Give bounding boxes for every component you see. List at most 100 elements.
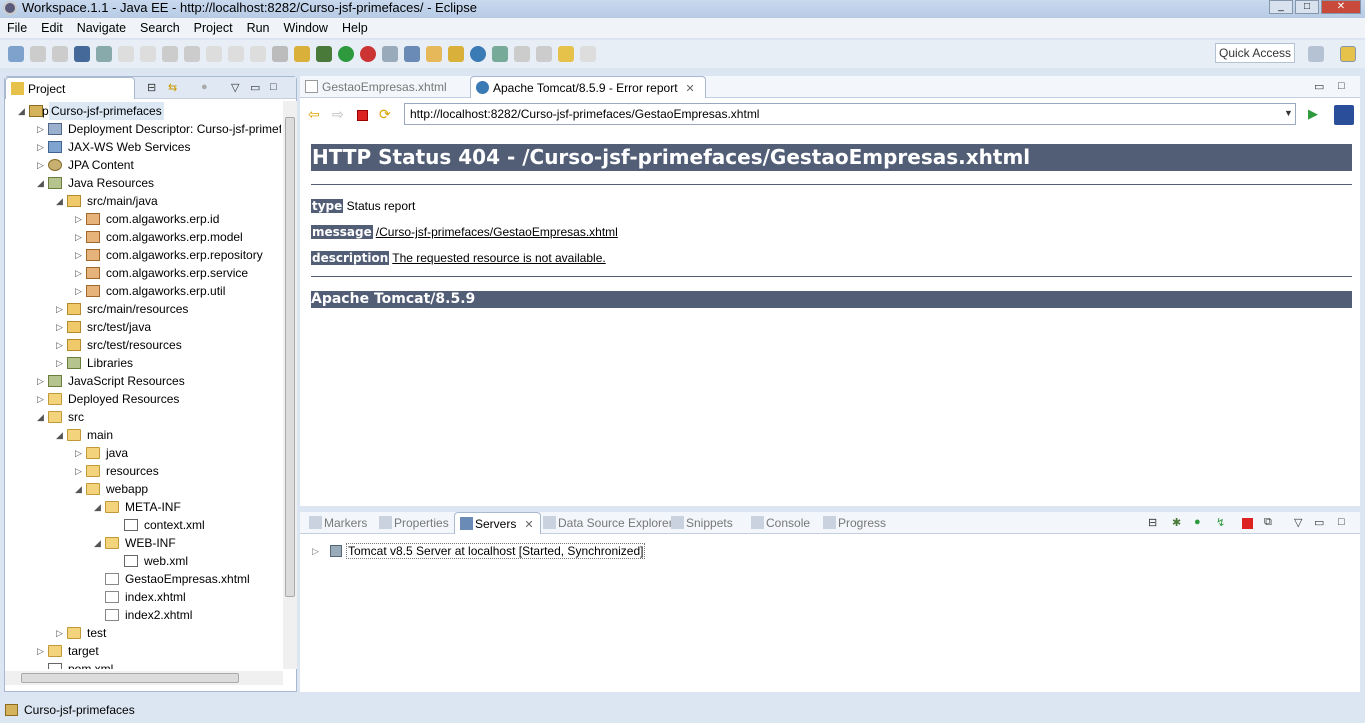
previous-annotation-icon[interactable] xyxy=(536,46,552,62)
tab-data-source-explorer[interactable]: Data Source Explorer xyxy=(538,512,679,534)
expand-arrow-icon[interactable]: ▷ xyxy=(75,264,85,282)
tab-console[interactable]: Console xyxy=(746,512,816,534)
expand-arrow-icon[interactable]: ▷ xyxy=(37,390,47,408)
java-ee-perspective-icon[interactable] xyxy=(1340,46,1356,62)
tree-item[interactable]: ▷ src/test/resources xyxy=(5,336,281,354)
tree-item[interactable]: ◢ WEB-INF xyxy=(5,534,281,552)
forward-icon[interactable]: ⇨ xyxy=(332,106,344,123)
expand-arrow-icon[interactable]: ▷ xyxy=(56,318,66,336)
expand-arrow-icon[interactable]: ▷ xyxy=(75,282,85,300)
tree-item[interactable]: ▷ Deployed Resources xyxy=(5,390,281,408)
menu-help[interactable]: Help xyxy=(342,18,368,38)
tab-progress[interactable]: Progress xyxy=(818,512,892,534)
tree-item[interactable]: ▷ com.algaworks.erp.util xyxy=(5,282,281,300)
tree-item[interactable]: ◢ META-INF xyxy=(5,498,281,516)
menu-search[interactable]: Search xyxy=(140,18,180,38)
collapse-arrow-icon[interactable]: ◢ xyxy=(94,534,104,552)
horizontal-scrollbar[interactable] xyxy=(5,671,283,685)
expand-arrow-icon[interactable]: ▷ xyxy=(37,372,47,390)
link-with-editor-icon[interactable]: ⇆ xyxy=(168,81,177,94)
external-tools-icon[interactable] xyxy=(360,46,376,62)
expand-arrow-icon[interactable]: ▷ xyxy=(75,228,85,246)
tree-item[interactable]: ▷ com.algaworks.erp.id xyxy=(5,210,281,228)
run-icon[interactable] xyxy=(338,46,354,62)
tree-item[interactable]: ◢ main xyxy=(5,426,281,444)
open-type-icon[interactable] xyxy=(426,46,442,62)
tree-item[interactable]: ▷ resources xyxy=(5,462,281,480)
tab-servers[interactable]: Servers ✕ xyxy=(454,512,541,534)
annotation-icon[interactable] xyxy=(492,46,508,62)
tree-item[interactable]: ◢ src/main/java xyxy=(5,192,281,210)
browser-icon[interactable] xyxy=(470,46,486,62)
tree-item[interactable]: ◢ Java Resources xyxy=(5,174,281,192)
tree-item[interactable]: index.xhtml xyxy=(5,588,281,606)
tab-error-report[interactable]: Apache Tomcat/8.5.9 - Error report ✕ xyxy=(470,76,706,98)
menu-navigate[interactable]: Navigate xyxy=(77,18,126,38)
expand-arrow-icon[interactable]: ▷ xyxy=(75,210,85,228)
step-over-icon[interactable] xyxy=(228,46,244,62)
tab-project-explorer[interactable]: Project Explorer✕ xyxy=(5,77,135,118)
minimize-view-icon[interactable]: ▭ xyxy=(250,81,260,94)
expand-arrow-icon[interactable]: ▷ xyxy=(75,444,85,462)
new-class-icon[interactable] xyxy=(404,46,420,62)
maximize-view-icon[interactable]: □ xyxy=(270,81,277,93)
terminate-icon[interactable] xyxy=(162,46,178,62)
expand-arrow-icon[interactable]: ▷ xyxy=(56,336,66,354)
tree-item[interactable]: ◢ Curso-jsf-primefaces xyxy=(5,102,281,120)
view-menu-icon[interactable]: ▽ xyxy=(231,81,239,94)
tree-item[interactable]: ◢ webapp xyxy=(5,480,281,498)
menu-edit[interactable]: Edit xyxy=(41,18,63,38)
close-button[interactable]: ✕ xyxy=(1321,0,1361,14)
collapse-arrow-icon[interactable]: ◢ xyxy=(37,174,47,192)
collapse-arrow-icon[interactable]: ◢ xyxy=(56,192,66,210)
vertical-scrollbar[interactable] xyxy=(283,101,297,669)
expand-arrow-icon[interactable]: ▷ xyxy=(37,138,47,156)
tree-item[interactable]: ▷ Libraries xyxy=(5,354,281,372)
collapse-arrow-icon[interactable]: ◢ xyxy=(94,498,104,516)
start-server-icon[interactable]: ● xyxy=(1194,516,1201,528)
tab-markers[interactable]: Markers xyxy=(304,512,373,534)
expand-arrow-icon[interactable]: ▷ xyxy=(37,642,47,660)
close-icon[interactable]: ✕ xyxy=(524,519,533,531)
tree-item[interactable]: web.xml xyxy=(5,552,281,570)
view-menu-icon[interactable]: ▽ xyxy=(1294,516,1302,529)
back-icon[interactable]: ⇦ xyxy=(308,106,320,123)
tree-item[interactable]: ▷ JavaScript Resources xyxy=(5,372,281,390)
tree-item[interactable]: pom.xml xyxy=(5,660,281,669)
tree-item[interactable]: ▷ test xyxy=(5,624,281,642)
minimize-view-icon[interactable]: ▭ xyxy=(1314,516,1324,529)
collapse-arrow-icon[interactable]: ◢ xyxy=(18,102,28,120)
quick-access-input[interactable]: Quick Access xyxy=(1215,43,1295,63)
menu-project[interactable]: Project xyxy=(194,18,233,38)
resume-icon[interactable] xyxy=(118,46,134,62)
menu-run[interactable]: Run xyxy=(247,18,270,38)
filter-icon[interactable]: ● xyxy=(201,81,208,93)
expand-arrow-icon[interactable]: ▷ xyxy=(75,246,85,264)
collapse-arrow-icon[interactable]: ◢ xyxy=(37,408,47,426)
url-input[interactable]: http://localhost:8282/Curso-jsf-primefac… xyxy=(404,103,1296,125)
expand-arrow-icon[interactable]: ▷ xyxy=(37,120,47,138)
expand-arrow-icon[interactable]: ▷ xyxy=(37,156,47,174)
publish-icon[interactable]: ⧉ xyxy=(1264,516,1272,529)
save-icon[interactable] xyxy=(30,46,46,62)
tree-item[interactable]: ▷ JAX-WS Web Services xyxy=(5,138,281,156)
step-into-icon[interactable] xyxy=(206,46,222,62)
close-icon[interactable]: ✕ xyxy=(686,83,695,95)
expand-arrow-icon[interactable]: ▷ xyxy=(56,300,66,318)
tree-item[interactable]: ◢ src xyxy=(5,408,281,426)
tab-gestaoempresas-xhtml[interactable]: GestaoEmpresas.xhtml xyxy=(300,76,468,98)
new-icon[interactable] xyxy=(8,46,24,62)
tree-item[interactable]: ▷ src/test/java xyxy=(5,318,281,336)
collapse-all-icon[interactable]: ⊟ xyxy=(1148,516,1157,529)
expand-arrow-icon[interactable]: ▷ xyxy=(56,354,66,372)
refresh-icon[interactable]: ⟳ xyxy=(379,106,391,123)
next-annotation-icon[interactable] xyxy=(514,46,530,62)
forward-icon[interactable] xyxy=(580,46,596,62)
tree-item[interactable]: ▷ com.algaworks.erp.service xyxy=(5,264,281,282)
tree-item[interactable]: ▷ java xyxy=(5,444,281,462)
collapse-all-icon[interactable]: ⊟ xyxy=(147,81,156,94)
back-icon[interactable] xyxy=(558,46,574,62)
url-dropdown-icon[interactable]: ▼ xyxy=(1284,108,1293,118)
server-row[interactable]: ▷ Tomcat v8.5 Server at localhost [Start… xyxy=(312,542,646,560)
disconnect-icon[interactable] xyxy=(184,46,200,62)
